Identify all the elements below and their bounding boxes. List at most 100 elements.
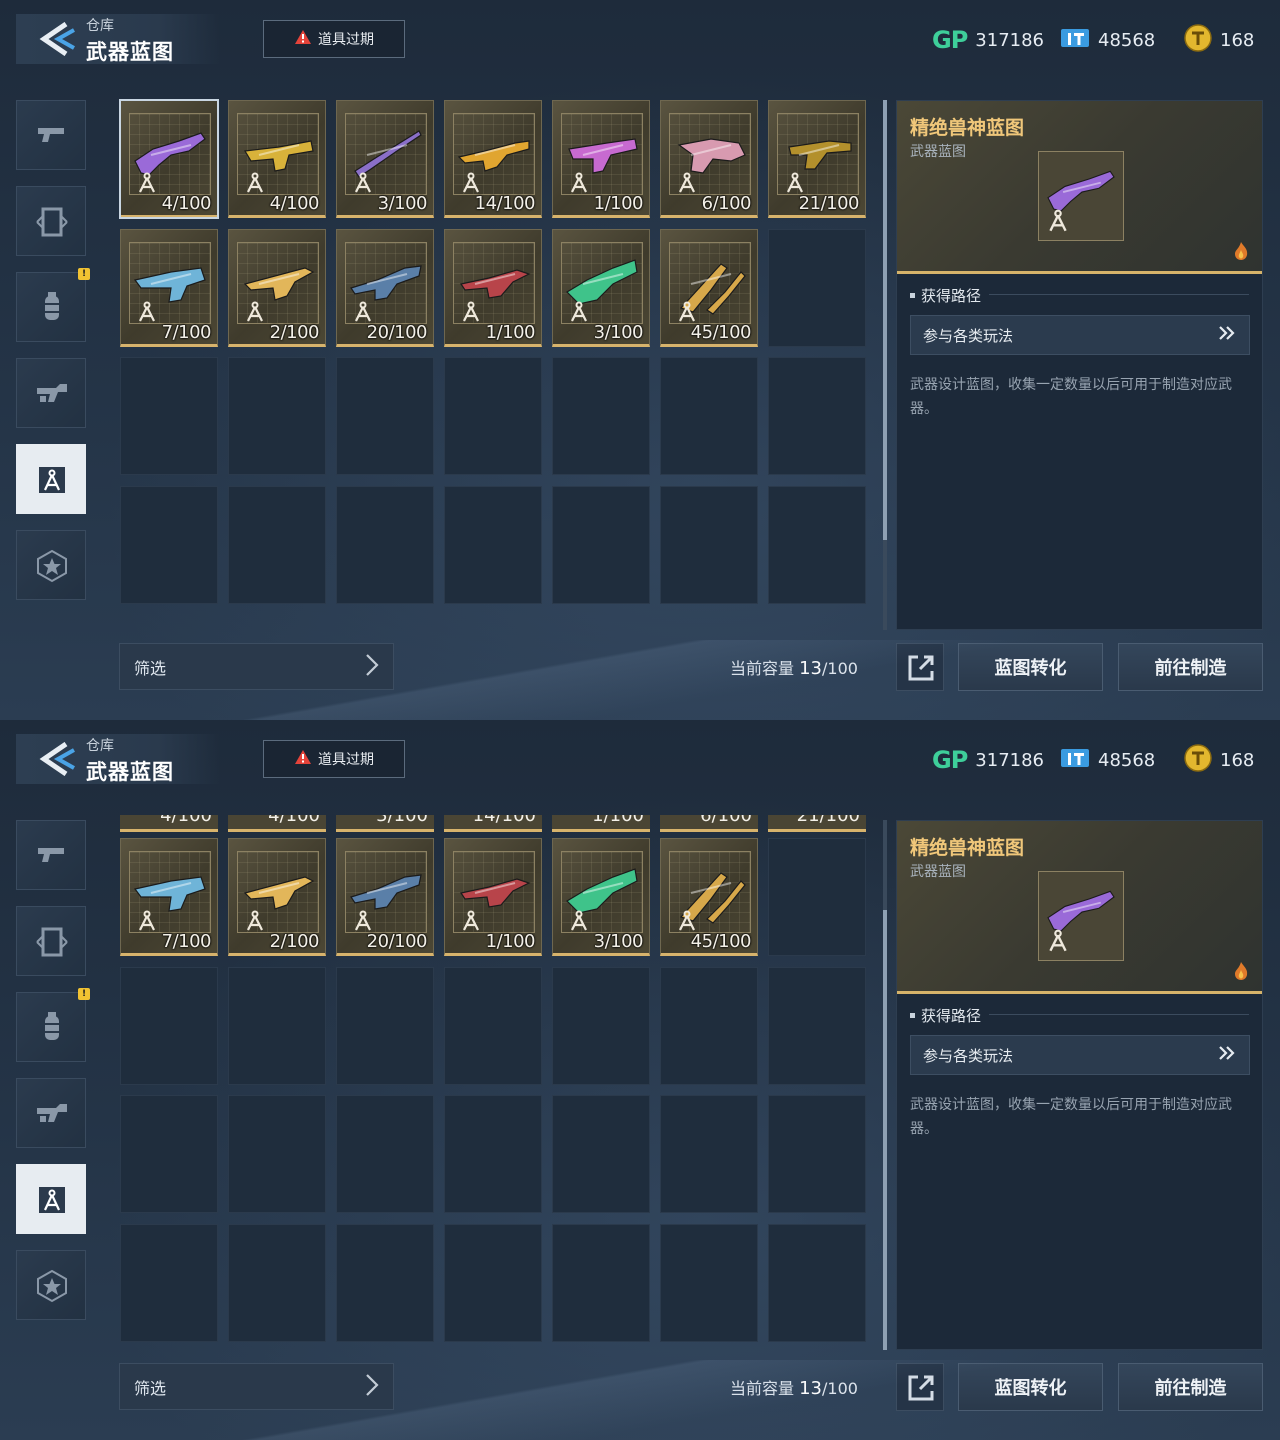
item-count: 4/100: [269, 193, 320, 214]
inventory-slot[interactable]: [228, 967, 326, 1085]
inventory-slot[interactable]: [768, 967, 866, 1085]
inventory-slot[interactable]: [336, 486, 434, 604]
sidebar-tab-star-badge[interactable]: [16, 1250, 86, 1320]
inventory-slot[interactable]: [552, 486, 650, 604]
inventory-slot[interactable]: [336, 967, 434, 1085]
sidebar-tab-gun-mod[interactable]: [16, 1078, 86, 1148]
sidebar-tab-frame[interactable]: [16, 186, 86, 256]
inventory-slot[interactable]: [444, 967, 542, 1085]
scrollbar-thumb[interactable]: [883, 910, 887, 1350]
inventory-slot[interactable]: [552, 1224, 650, 1342]
inventory-slot[interactable]: [228, 486, 326, 604]
blueprint-icon: [243, 909, 267, 937]
sidebar-tab-grenade[interactable]: [16, 992, 86, 1062]
inventory-slot[interactable]: [120, 967, 218, 1085]
inventory-slot[interactable]: [444, 1224, 542, 1342]
blueprint-item[interactable]: 3/100: [336, 100, 434, 218]
sidebar-tab-gun-mod[interactable]: [16, 358, 86, 428]
blueprint-convert-button[interactable]: 蓝图转化: [958, 643, 1103, 691]
inventory-slot[interactable]: [768, 229, 866, 347]
inventory-slot[interactable]: [444, 357, 542, 475]
sidebar-tab-blueprint[interactable]: [16, 1164, 86, 1234]
inventory-slot[interactable]: [120, 486, 218, 604]
blueprint-item[interactable]: 45/100: [660, 838, 758, 956]
inventory-slot[interactable]: [768, 1095, 866, 1213]
inventory-slot[interactable]: [660, 967, 758, 1085]
blueprint-item[interactable]: 45/100: [660, 229, 758, 347]
inventory-slot[interactable]: [120, 1224, 218, 1342]
inventory-slot[interactable]: [552, 1095, 650, 1213]
item-name: 精绝兽神蓝图: [910, 837, 1025, 859]
item-type: 武器蓝图: [910, 864, 966, 880]
sidebar-tab-grenade[interactable]: [16, 272, 86, 342]
blueprint-item[interactable]: 4/100: [119, 99, 219, 219]
go-craft-button[interactable]: 前往制造: [1118, 643, 1263, 691]
blueprint-item[interactable]: 4/100: [228, 100, 326, 218]
go-craft-button[interactable]: 前往制造: [1118, 1363, 1263, 1411]
blueprint-item[interactable]: 20/100: [336, 838, 434, 956]
blueprint-item[interactable]: 6/100: [660, 100, 758, 218]
acquire-path-button[interactable]: 参与各类玩法: [910, 315, 1250, 355]
filter-button[interactable]: 筛选: [119, 643, 394, 690]
inventory-slot[interactable]: [660, 1224, 758, 1342]
inventory-slot-partial[interactable]: 14/100: [444, 815, 542, 832]
blueprint-item[interactable]: 20/100: [336, 229, 434, 347]
inventory-slot[interactable]: [552, 967, 650, 1085]
inventory-slot[interactable]: [768, 357, 866, 475]
sidebar-tab-frame[interactable]: [16, 906, 86, 976]
item-count: 1/100: [485, 322, 536, 343]
inventory-slot[interactable]: [768, 486, 866, 604]
blueprint-item[interactable]: 2/100: [228, 838, 326, 956]
blueprint-item[interactable]: 14/100: [444, 100, 542, 218]
inventory-slot[interactable]: [228, 357, 326, 475]
scrollbar-thumb[interactable]: [883, 100, 887, 540]
item-count: 1/100: [592, 815, 644, 826]
inventory-slot-partial[interactable]: 1/100: [552, 815, 650, 832]
inventory-slot-partial[interactable]: 6/100: [660, 815, 758, 832]
back-arrow-icon: [36, 741, 78, 780]
sidebar-tab-pistol[interactable]: [16, 820, 86, 890]
inventory-slot[interactable]: [336, 1095, 434, 1213]
inventory-slot[interactable]: [336, 357, 434, 475]
inventory-slot-partial[interactable]: 4/100: [120, 815, 218, 832]
share-button[interactable]: [896, 1363, 944, 1411]
inventory-slot[interactable]: [228, 1095, 326, 1213]
inventory-slot[interactable]: [120, 357, 218, 475]
blueprint-item[interactable]: 1/100: [444, 838, 542, 956]
screen-top: 仓库 武器蓝图 道具过期 GP 317186 48568 168! 4/100 4/100 3/1…: [0, 0, 1280, 720]
blueprint-item[interactable]: 7/100: [120, 838, 218, 956]
inventory-slot[interactable]: [120, 1095, 218, 1213]
inventory-slot[interactable]: [660, 357, 758, 475]
inventory-slot[interactable]: [552, 357, 650, 475]
blueprint-item[interactable]: 3/100: [552, 838, 650, 956]
blueprint-item[interactable]: 21/100: [768, 100, 866, 218]
inventory-slot-partial[interactable]: 3/100: [336, 815, 434, 832]
inventory-slot[interactable]: [336, 1224, 434, 1342]
sidebar-tab-star-badge[interactable]: [16, 530, 86, 600]
sidebar-tab-blueprint[interactable]: [16, 444, 86, 514]
blueprint-item[interactable]: 2/100: [228, 229, 326, 347]
inventory-slot[interactable]: [444, 486, 542, 604]
expired-items-button[interactable]: 道具过期: [263, 20, 405, 58]
inventory-slot[interactable]: [228, 1224, 326, 1342]
inventory-slot[interactable]: [444, 1095, 542, 1213]
inventory-slot[interactable]: [660, 486, 758, 604]
blueprint-item[interactable]: 1/100: [444, 229, 542, 347]
item-count: 6/100: [700, 815, 752, 826]
share-button[interactable]: [896, 643, 944, 691]
acquire-path-button[interactable]: 参与各类玩法: [910, 1035, 1250, 1075]
blueprint-item[interactable]: 1/100: [552, 100, 650, 218]
sidebar-tab-pistol[interactable]: [16, 100, 86, 170]
double-chevron-right-icon: [1217, 325, 1237, 345]
blueprint-item[interactable]: 3/100: [552, 229, 650, 347]
filter-button[interactable]: 筛选: [119, 1363, 394, 1410]
inventory-slot-partial[interactable]: 21/100: [768, 815, 866, 832]
expired-items-button[interactable]: 道具过期: [263, 740, 405, 778]
blueprint-item[interactable]: 7/100: [120, 229, 218, 347]
inventory-slot[interactable]: [768, 1224, 866, 1342]
blueprint-convert-button[interactable]: 蓝图转化: [958, 1363, 1103, 1411]
inventory-slot[interactable]: [660, 1095, 758, 1213]
inventory-slot-partial[interactable]: 4/100: [228, 815, 326, 832]
blueprint-icon: [135, 171, 159, 199]
inventory-slot[interactable]: [768, 838, 866, 956]
